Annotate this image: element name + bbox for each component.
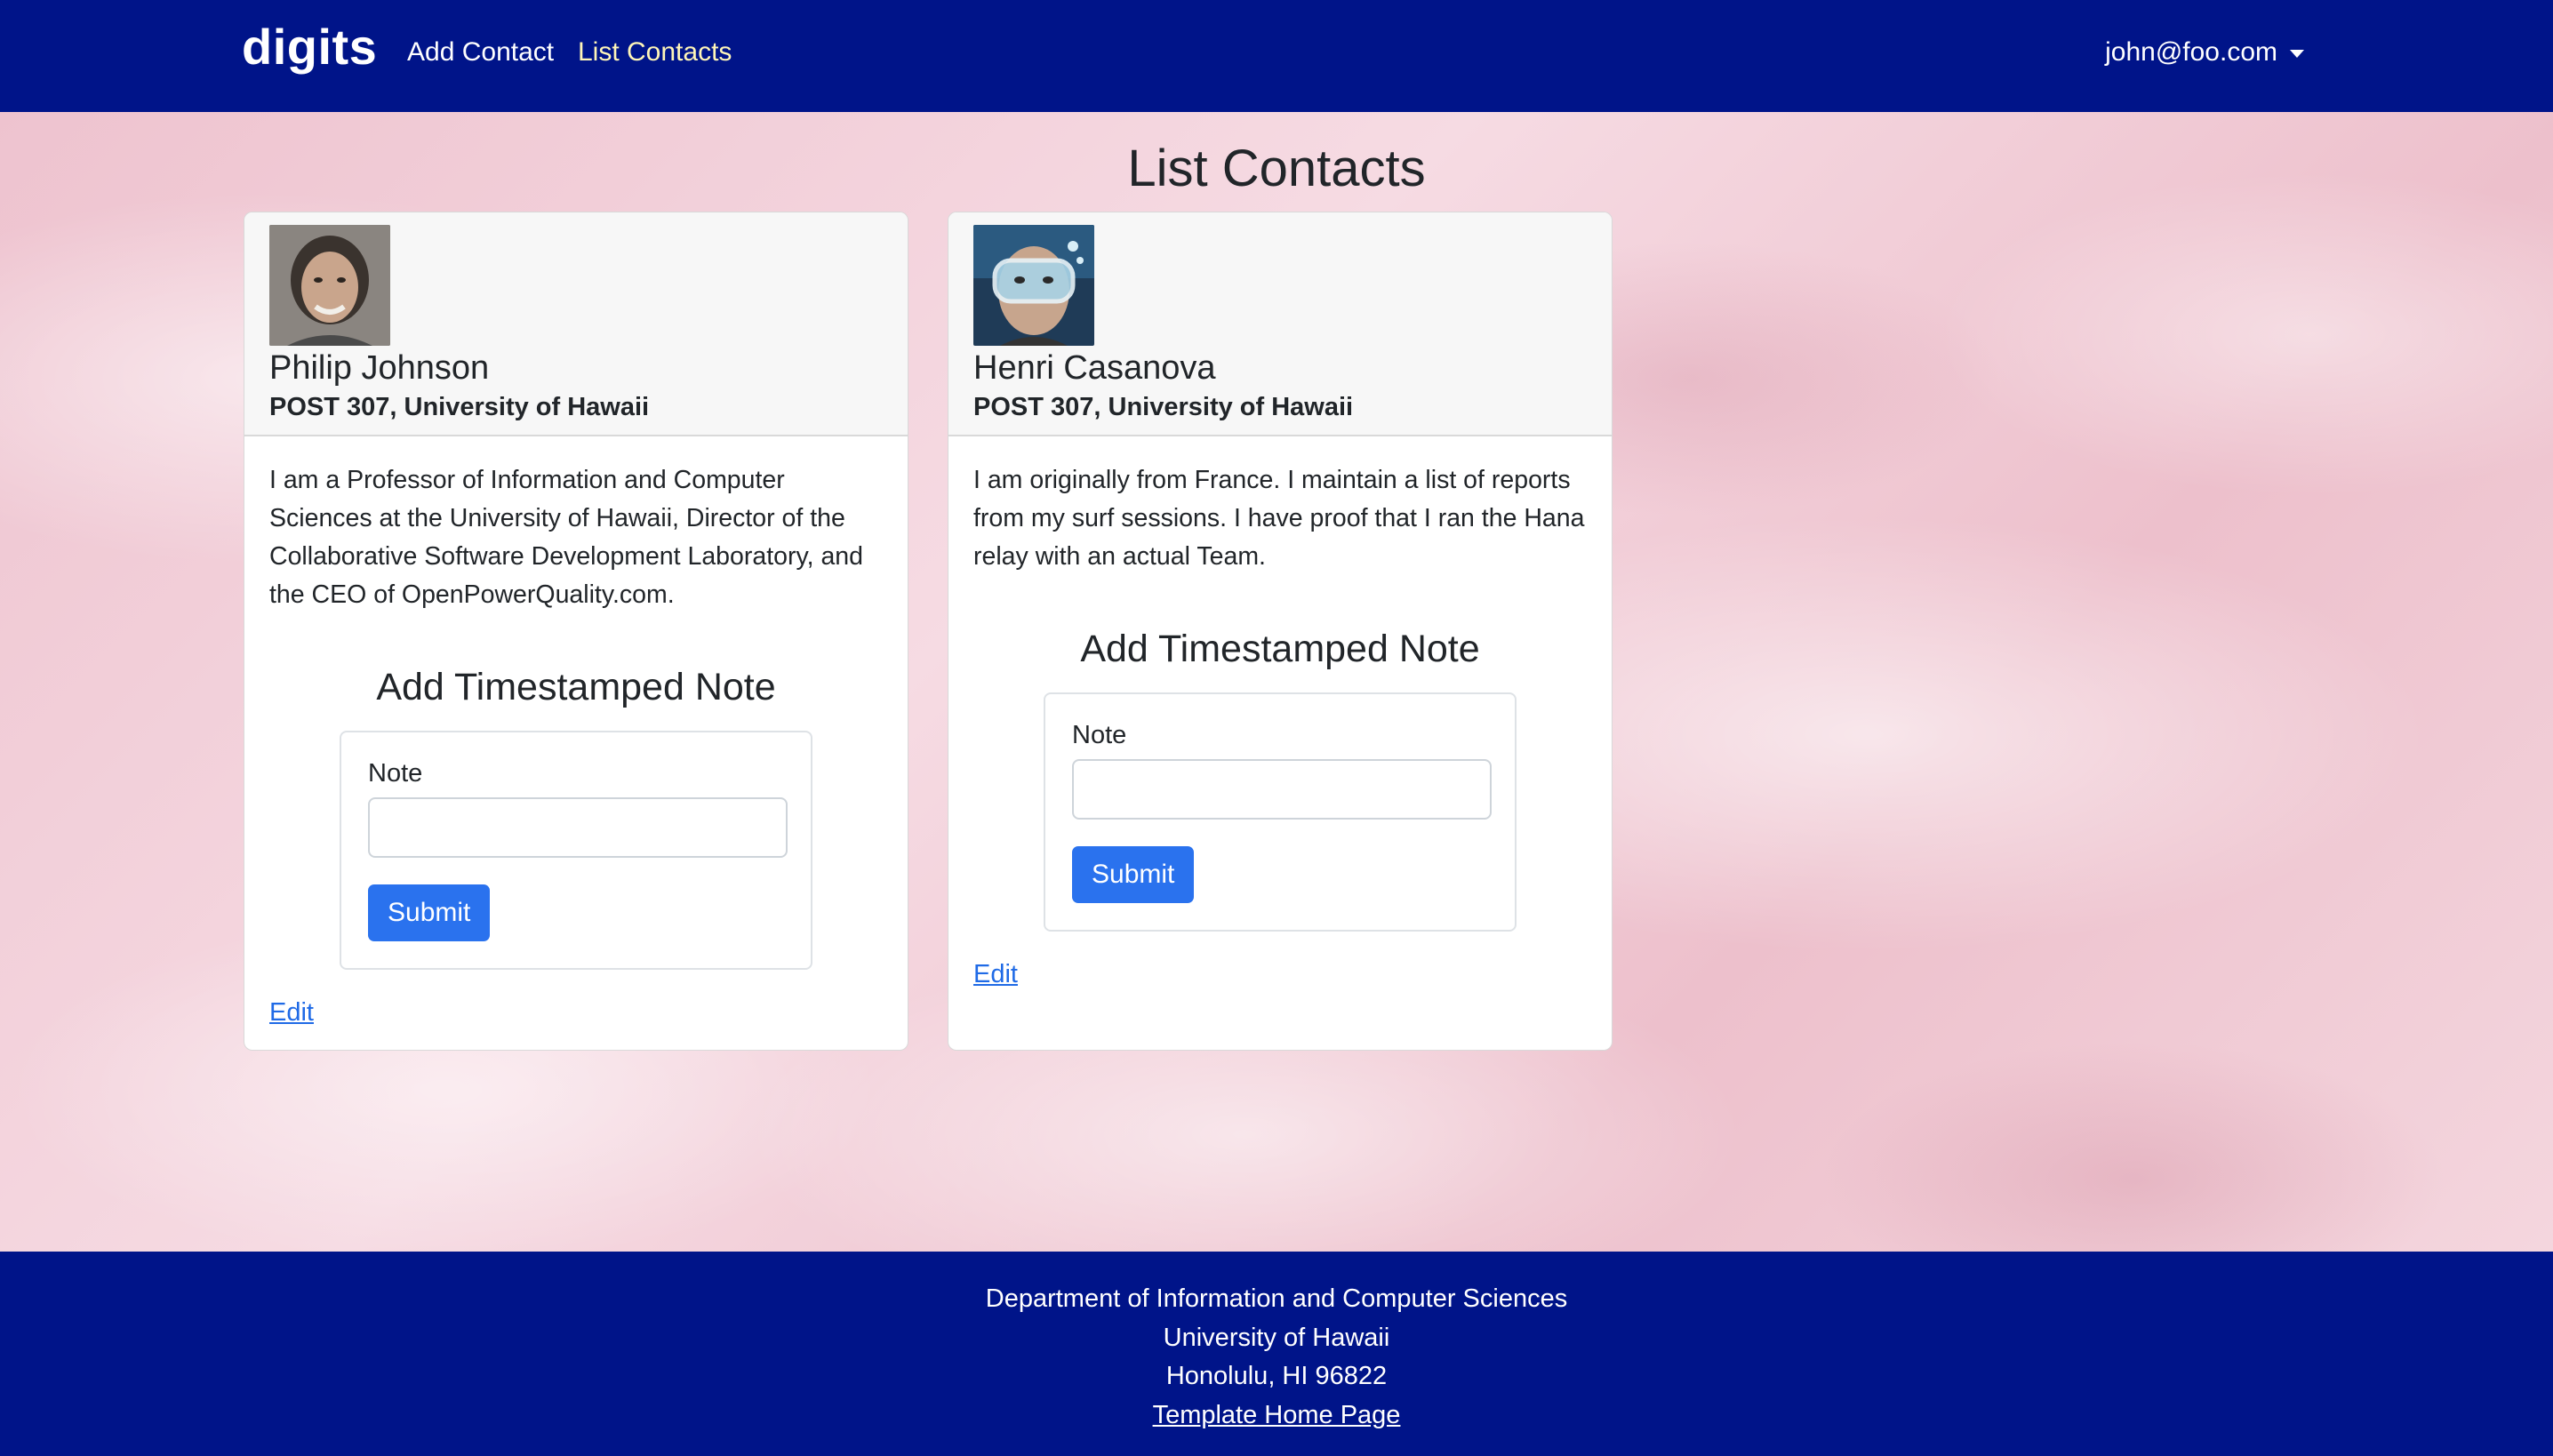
chevron-down-icon bbox=[2290, 49, 2304, 58]
contact-description: I am a Professor of Information and Comp… bbox=[269, 466, 864, 609]
edit-link[interactable]: Edit bbox=[269, 998, 314, 1028]
contact-address: POST 307, University of Hawaii bbox=[269, 393, 650, 421]
note-label: Note bbox=[368, 759, 423, 788]
contact-address: POST 307, University of Hawaii bbox=[973, 393, 1354, 421]
nav-list-contacts[interactable]: List Contacts bbox=[578, 37, 732, 68]
page-title: List Contacts bbox=[1127, 140, 1426, 197]
card-header: Henri Casanova POST 307, University of H… bbox=[948, 212, 1612, 436]
contact-card: Henri Casanova POST 307, University of H… bbox=[948, 212, 1613, 1051]
footer-department: Department of Information and Computer S… bbox=[985, 1284, 1568, 1313]
user-email: john@foo.com bbox=[2105, 37, 2277, 67]
navbar: digits Add Contact List Contacts john@fo… bbox=[0, 0, 2553, 112]
card-header: Philip Johnson POST 307, University of H… bbox=[244, 212, 908, 436]
brand-logo[interactable]: digits bbox=[242, 18, 377, 76]
avatar bbox=[269, 225, 390, 346]
note-input[interactable] bbox=[1072, 759, 1492, 820]
add-note-title: Add Timestamped Note bbox=[376, 666, 776, 708]
user-dropdown[interactable]: john@foo.com bbox=[2105, 37, 2304, 68]
note-label: Note bbox=[1072, 721, 1127, 749]
note-input[interactable] bbox=[368, 797, 788, 858]
footer-university: University of Hawaii bbox=[1163, 1323, 1390, 1352]
note-form: Note Submit bbox=[1044, 692, 1517, 932]
footer-location: Honolulu, HI 96822 bbox=[1165, 1362, 1388, 1390]
note-form: Note Submit bbox=[340, 731, 812, 970]
footer: Department of Information and Computer S… bbox=[0, 1252, 2553, 1456]
submit-button[interactable]: Submit bbox=[1072, 846, 1195, 903]
contact-name: Philip Johnson bbox=[269, 349, 490, 387]
template-home-link[interactable]: Template Home Page bbox=[1153, 1401, 1401, 1429]
nav-add-contact[interactable]: Add Contact bbox=[407, 37, 554, 68]
avatar bbox=[973, 225, 1094, 346]
contact-description: I am originally from France. I maintain … bbox=[973, 466, 1585, 571]
contact-card: Philip Johnson POST 307, University of H… bbox=[244, 212, 908, 1051]
submit-button[interactable]: Submit bbox=[368, 884, 491, 941]
add-note-title: Add Timestamped Note bbox=[1080, 628, 1480, 670]
contact-name: Henri Casanova bbox=[973, 349, 1216, 387]
edit-link[interactable]: Edit bbox=[973, 960, 1018, 989]
